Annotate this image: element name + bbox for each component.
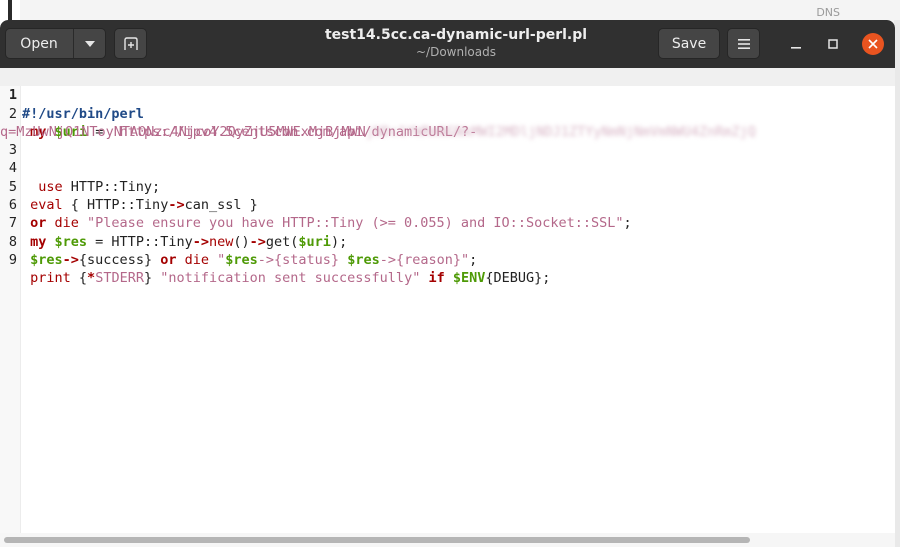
chevron-down-icon — [84, 40, 95, 47]
editor-area[interactable]: 1 #!/usr/bin/perl 2 my $uri = 'https://i… — [0, 68, 895, 533]
code-line[interactable]: 7 my $res = HTTP::Tiny->new()->get($uri)… — [0, 196, 895, 249]
new-tab-icon — [123, 36, 138, 50]
hamburger-menu-icon — [737, 38, 750, 49]
minimize-icon — [791, 47, 801, 49]
code-text: } — [143, 270, 161, 287]
maximize-button[interactable] — [823, 34, 843, 54]
horizontal-scrollbar[interactable] — [0, 533, 895, 547]
keyword-print: print — [30, 270, 71, 287]
minimize-button[interactable] — [786, 34, 806, 54]
code-line[interactable]: 2 my $uri = 'https://ipv4.5centscdn.com/… — [0, 86, 895, 140]
code-text: { — [70, 270, 88, 287]
string-part: {reason}" — [395, 251, 470, 268]
code-line[interactable]: 4 use HTTP::Tiny; — [0, 141, 895, 194]
code-line-wrap[interactable]: q=MzUwNjQ1NToyNTA0Nzc4NjcoY2QyZjU5MWExMj… — [0, 105, 895, 140]
filehandle-stderr: STDERR — [95, 270, 144, 287]
desktop-top-edge: DNS — [20, 0, 900, 20]
desktop-dns-label: DNS — [816, 6, 840, 19]
close-icon — [868, 39, 878, 49]
desktop-strip — [8, 0, 12, 22]
code-line[interactable]: 5 eval { HTTP::Tiny->can_ssl } — [0, 159, 895, 213]
maximize-icon — [828, 39, 838, 49]
open-button[interactable]: Open — [6, 29, 72, 58]
code-line[interactable]: 1 #!/usr/bin/perl — [0, 68, 895, 122]
scrollbar-thumb[interactable] — [4, 537, 750, 543]
window-title: test14.5cc.ca-dynamic-url-perl.pl — [324, 27, 588, 43]
code-line[interactable]: 8 $res->{success} or die "$res->{status}… — [0, 214, 895, 268]
menu-button[interactable] — [727, 28, 760, 59]
string-part: -> — [379, 251, 396, 268]
open-button-group: Open — [5, 28, 106, 59]
code-line[interactable]: 9 print {*STDERR} "notification sent suc… — [0, 233, 895, 286]
save-button[interactable]: Save — [658, 28, 720, 59]
keyword-die: die — [176, 251, 218, 268]
line-number: 9 — [8, 251, 17, 268]
variable-res: $res — [347, 251, 380, 268]
variable-env: $ENV — [452, 270, 486, 287]
new-tab-button[interactable] — [114, 28, 147, 59]
string-part: -> — [257, 251, 275, 268]
arrow-operator: -> — [62, 251, 79, 268]
keyword-if: if — [428, 270, 445, 287]
semicolon: ; — [469, 251, 478, 268]
text-editor-window: Open test14.5cc.ca-dynamic-url-perl.pl ~… — [0, 20, 895, 547]
header-bar: Open test14.5cc.ca-dynamic-url-perl.pl ~… — [0, 20, 895, 68]
window-subtitle: ~/Downloads — [416, 45, 496, 59]
code-text: {DEBUG}; — [485, 270, 551, 287]
window-title-area: test14.5cc.ca-dynamic-url-perl.pl ~/Down… — [250, 26, 662, 60]
code-view[interactable]: 1 #!/usr/bin/perl 2 my $uri = 'https://i… — [0, 68, 895, 286]
open-dropdown-button[interactable] — [74, 29, 105, 58]
string-message: "notification sent successfully" — [160, 270, 421, 287]
code-line[interactable]: 3 — [0, 123, 895, 158]
variable-res: $res — [225, 251, 258, 268]
string-part: {status} — [274, 251, 348, 268]
code-text: {success} — [78, 251, 161, 268]
code-line[interactable]: 6 or die "Please ensure you have HTTP::T… — [0, 178, 895, 231]
keyword-or: or — [160, 251, 177, 268]
glob-star: * — [87, 270, 96, 287]
close-button[interactable] — [862, 33, 884, 55]
